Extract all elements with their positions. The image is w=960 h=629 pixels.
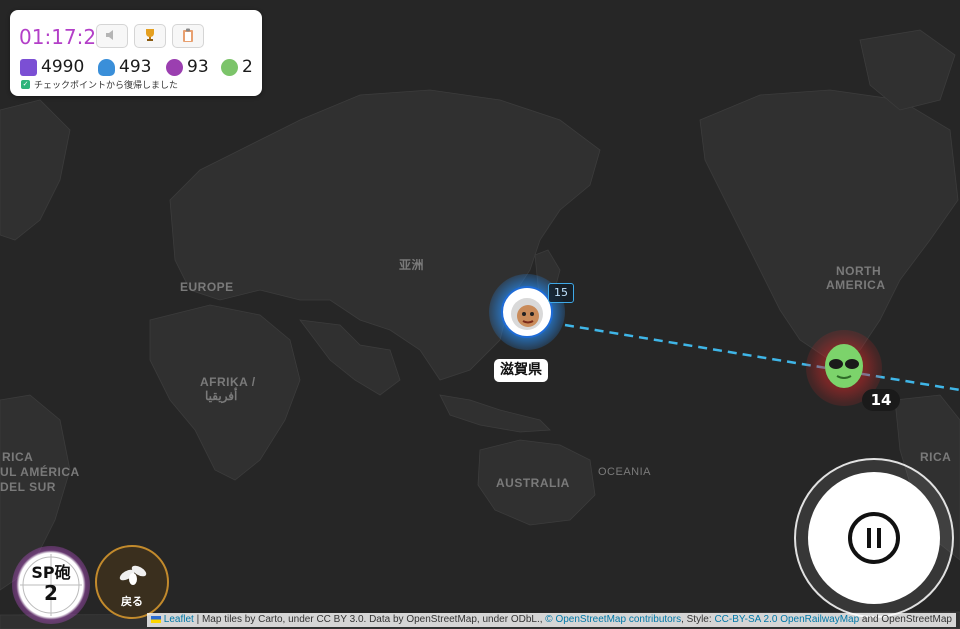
player-level-badge: 15 <box>548 283 574 303</box>
back-button-label: 戻る <box>121 595 143 608</box>
stat-ufos: 493 <box>98 57 151 77</box>
label-south-america-2: UL AMÉRICA <box>0 465 80 479</box>
label-europe: EUROPE <box>180 280 234 294</box>
sp-cannon-label: SP砲 <box>31 563 71 582</box>
label-africa-1: AFRIKA / <box>200 375 256 389</box>
label-south-america-3: DEL SUR <box>0 480 56 494</box>
back-button[interactable]: 戻る <box>95 545 169 619</box>
label-africa-2: أفريقيا <box>205 389 238 403</box>
pause-icon-bar <box>877 528 881 548</box>
stat-ogres-value: 93 <box>187 57 209 77</box>
stat-aliens-value: 2 <box>242 57 253 77</box>
license-link[interactable]: CC-BY-SA 2.0 <box>714 614 777 625</box>
stat-ufos-value: 493 <box>119 57 152 77</box>
clipboard-icon <box>182 28 194 45</box>
alien-count-badge: 14 <box>862 389 900 411</box>
status-panel: 01:17:21 4990 493 93 2 ✓ チェックポイントから復帰しまし… <box>10 10 262 96</box>
sp-cannon-button[interactable]: SP砲 2 <box>12 546 90 624</box>
ranking-button[interactable] <box>134 24 166 48</box>
label-asia: 亚洲 <box>399 258 425 272</box>
openrailwaymap-link[interactable]: OpenRailwayMap <box>780 614 859 625</box>
label-australia: AUSTRALIA <box>496 476 570 490</box>
sound-toggle-button[interactable] <box>96 24 128 48</box>
map-attribution: Leaflet | Map tiles by Carto, under CC B… <box>147 613 956 627</box>
alien-icon <box>221 58 238 76</box>
checkmark-icon: ✓ <box>21 80 30 89</box>
clipboard-button[interactable] <box>172 24 204 48</box>
space-invader-icon <box>20 58 37 76</box>
pause-icon <box>867 528 871 548</box>
label-south-america-1: RICA <box>2 450 34 464</box>
checkpoint-message: チェックポイントから復帰しました <box>34 81 179 91</box>
stat-invaders-value: 4990 <box>41 57 85 77</box>
joystick-base <box>808 472 940 604</box>
sp-cannon-count: 2 <box>44 581 58 605</box>
label-oceania: OCEANIA <box>598 466 652 478</box>
player-avatar <box>501 286 553 338</box>
stat-ogres: 93 <box>166 57 209 77</box>
player-location-label: 滋賀県 <box>494 359 548 382</box>
label-north-america-1: NORTH <box>836 264 882 278</box>
pause-button[interactable] <box>848 512 900 564</box>
ukraine-flag-icon <box>151 615 161 623</box>
ufo-icon <box>98 58 115 76</box>
leaflet-link[interactable]: Leaflet <box>164 614 194 625</box>
stat-invaders: 4990 <box>20 57 84 77</box>
style-credit: , Style: <box>681 614 715 625</box>
trophy-icon <box>143 28 157 45</box>
label-south-america-right: RICA <box>920 450 952 464</box>
checkpoint-notice: ✓ チェックポイントから復帰しました <box>21 78 178 91</box>
ogre-icon <box>166 58 183 76</box>
speaker-muted-icon <box>105 29 119 44</box>
tiles-credit: | Map tiles by Carto, under CC BY 3.0. D… <box>193 614 546 625</box>
osm-contributors-link[interactable]: © OpenStreetMap contributors <box>545 614 681 625</box>
joystick-control[interactable] <box>794 458 954 618</box>
stat-aliens: 2 <box>221 57 253 77</box>
attribution-suffix: and OpenStreetMap <box>859 614 952 625</box>
label-north-america-2: AMERICA <box>826 278 886 292</box>
